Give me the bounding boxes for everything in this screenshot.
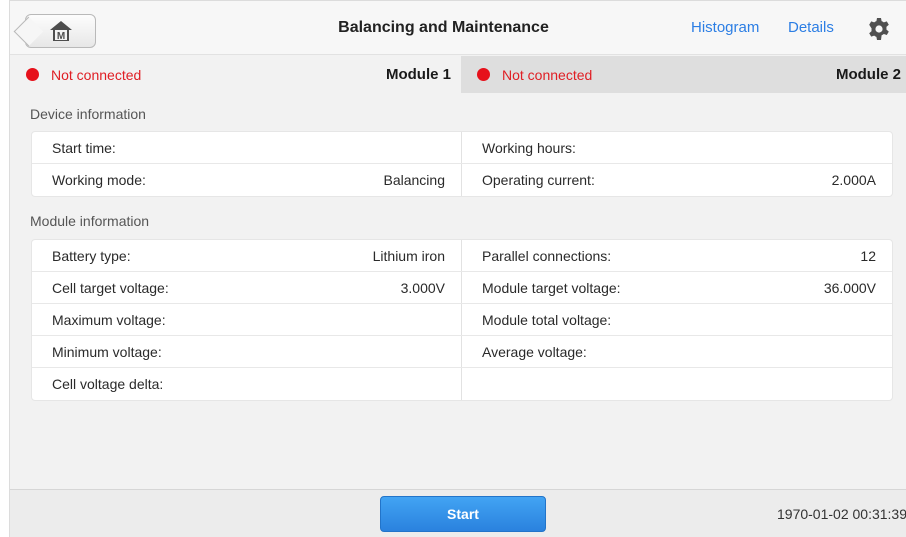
field-label: Operating current:	[482, 172, 595, 188]
field-value: Balancing	[383, 172, 446, 188]
bottom-bar: Start 1970-01-02 00:31:39	[10, 489, 906, 537]
field-value: 2.000A	[831, 172, 876, 188]
info-cell: Cell voltage delta:	[32, 368, 462, 400]
info-row: Cell target voltage: 3.000V Module targe…	[32, 272, 892, 304]
device-info-card: Start time: Working hours: Working mode:…	[31, 131, 893, 197]
field-label: Minimum voltage:	[52, 343, 162, 360]
gear-icon[interactable]	[867, 17, 891, 41]
info-cell: Minimum voltage:	[32, 336, 462, 367]
header-bar: M Balancing and Maintenance Histogram De…	[10, 1, 906, 55]
status-dot-icon	[26, 68, 39, 81]
info-cell: Module total voltage:	[462, 304, 892, 335]
field-value: 36.000V	[823, 279, 876, 296]
field-value: 3.000V	[400, 279, 445, 296]
home-logo-letter: M	[56, 31, 64, 42]
field-label: Working mode:	[52, 172, 146, 188]
module-name: Module 1	[385, 66, 451, 83]
module-info-heading: Module information	[30, 213, 150, 229]
status-dot-icon	[477, 68, 490, 81]
home-icon: M	[49, 21, 72, 42]
field-label: Cell target voltage:	[52, 279, 169, 296]
info-row: Maximum voltage: Module total voltage:	[32, 304, 892, 336]
info-cell: Battery type: Lithium iron	[32, 240, 462, 271]
info-cell: Parallel connections: 12	[462, 240, 892, 271]
info-cell	[462, 368, 892, 400]
info-row: Working mode: Balancing Operating curren…	[32, 164, 892, 196]
field-label: Start time:	[52, 139, 116, 156]
histogram-link[interactable]: Histogram	[691, 1, 759, 55]
info-cell: Module target voltage: 36.000V	[462, 272, 892, 303]
module-tabs: Not connected Module 1 Not connected Mod…	[10, 56, 906, 93]
tab-module-1[interactable]: Not connected Module 1	[10, 56, 461, 93]
app-frame: M Balancing and Maintenance Histogram De…	[9, 0, 906, 537]
device-info-heading: Device information	[30, 106, 146, 122]
info-cell: Start time:	[32, 132, 462, 163]
module-name: Module 2	[835, 66, 901, 83]
details-link[interactable]: Details	[788, 1, 834, 55]
field-label: Cell voltage delta:	[52, 376, 164, 392]
info-row: Start time: Working hours:	[32, 132, 892, 164]
field-label: Parallel connections:	[482, 247, 612, 264]
info-cell: Maximum voltage:	[32, 304, 462, 335]
tab-module-2[interactable]: Not connected Module 2	[461, 56, 906, 93]
module-info-card: Battery type: Lithium iron Parallel conn…	[31, 239, 893, 401]
field-label: Module target voltage:	[482, 279, 621, 296]
field-value: 12	[860, 247, 876, 264]
start-button[interactable]: Start	[380, 496, 546, 532]
info-cell: Operating current: 2.000A	[462, 164, 892, 196]
connection-status: Not connected	[51, 66, 142, 83]
field-label: Battery type:	[52, 247, 131, 264]
page-title: Balancing and Maintenance	[338, 19, 549, 36]
info-row: Battery type: Lithium iron Parallel conn…	[32, 240, 892, 272]
field-label: Working hours:	[482, 139, 576, 156]
info-row: Minimum voltage: Average voltage:	[32, 336, 892, 368]
info-cell: Cell target voltage: 3.000V	[32, 272, 462, 303]
connection-status: Not connected	[502, 66, 593, 83]
info-cell: Working mode: Balancing	[32, 164, 462, 196]
field-label: Module total voltage:	[482, 311, 612, 328]
info-row: Cell voltage delta:	[32, 368, 892, 400]
field-value: Lithium iron	[372, 247, 445, 264]
info-cell: Working hours:	[462, 132, 892, 163]
info-cell: Average voltage:	[462, 336, 892, 367]
timestamp: 1970-01-02 00:31:39	[777, 506, 906, 522]
field-label: Average voltage:	[482, 343, 587, 360]
field-label: Maximum voltage:	[52, 311, 166, 328]
